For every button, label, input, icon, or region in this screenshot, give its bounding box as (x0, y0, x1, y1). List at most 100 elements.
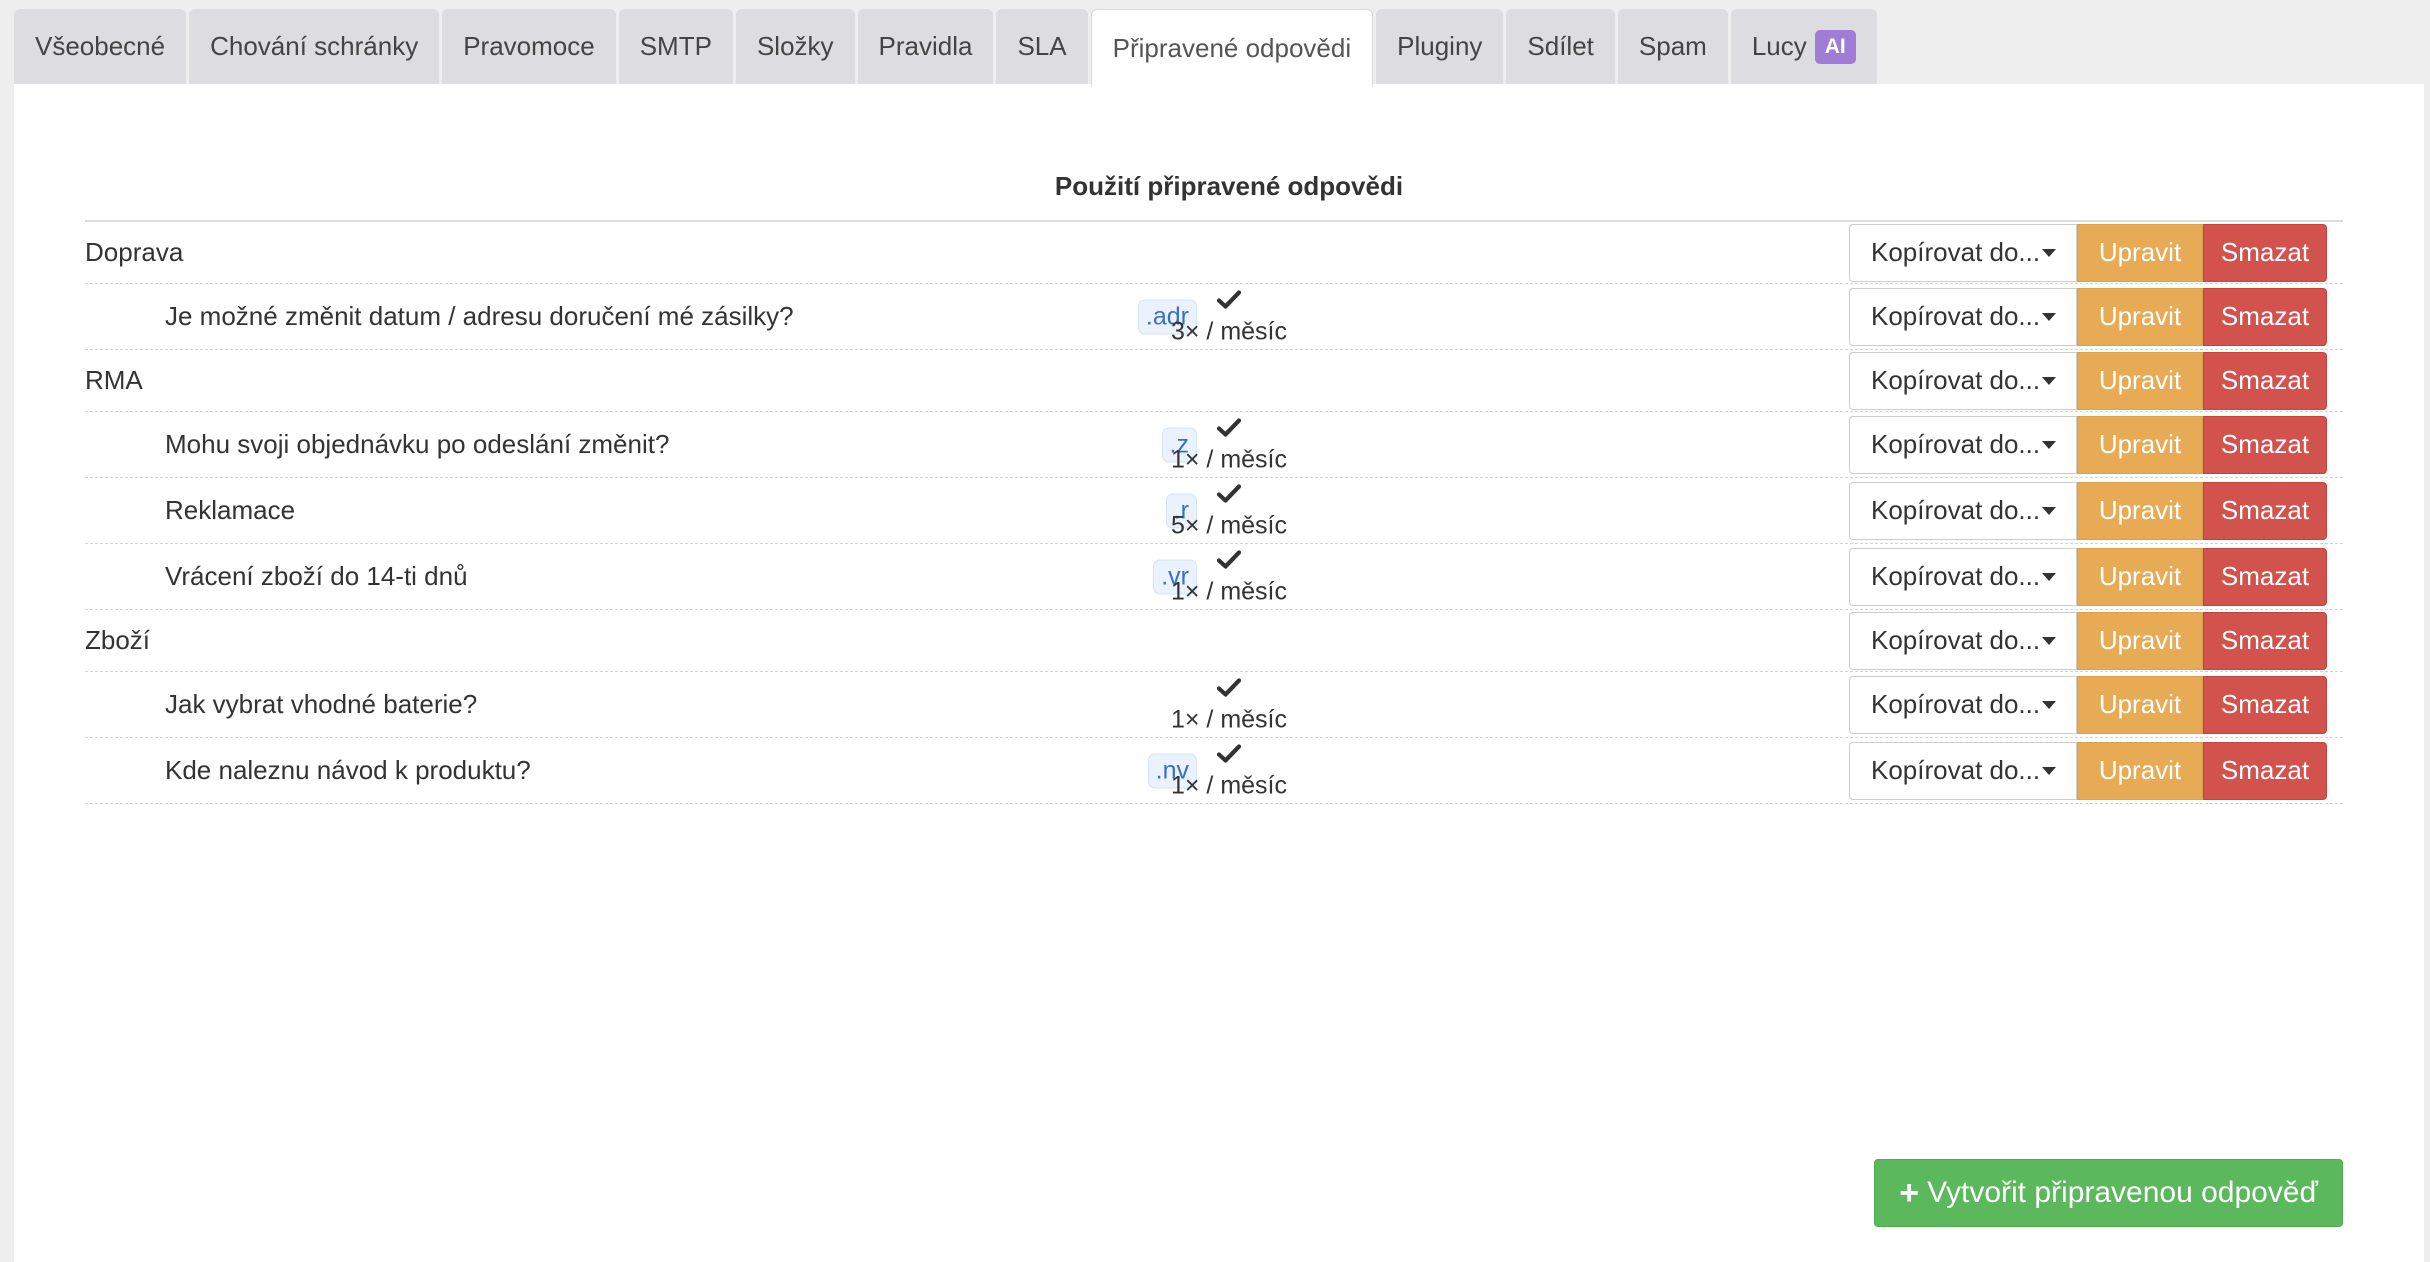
check-icon (1129, 675, 1329, 703)
tab-label: Sdílet (1527, 31, 1594, 61)
row-actions: Kopírovat do... Upravit Smazat (1849, 287, 2327, 346)
edit-button[interactable]: Upravit (2077, 611, 2203, 670)
delete-button[interactable]: Smazat (2203, 223, 2327, 282)
tab-lucy[interactable]: Lucy AI (1730, 9, 1877, 84)
copy-to-dropdown[interactable]: Kopírovat do... (1849, 415, 2077, 474)
response-title: Mohu svoji objednávku po odeslání změnit… (165, 429, 670, 459)
edit-button[interactable]: Upravit (2077, 223, 2203, 282)
tab-chování-schránky[interactable]: Chování schránky (189, 9, 440, 84)
delete-button[interactable]: Smazat (2203, 675, 2327, 734)
usage-cell: 1× / měsíc (1129, 415, 1329, 474)
usage-frequency: 1× / měsíc (1170, 445, 1287, 473)
copy-to-label: Kopírovat do... (1871, 301, 2041, 331)
tab-label: Složky (756, 31, 834, 61)
edit-button[interactable]: Upravit (2077, 481, 2203, 540)
copy-to-dropdown[interactable]: Kopírovat do... (1849, 547, 2077, 606)
usage-frequency: 1× / měsíc (1170, 771, 1287, 799)
tab-pluginy[interactable]: Pluginy (1376, 9, 1504, 84)
tab-spam[interactable]: Spam (1617, 9, 1728, 84)
edit-button[interactable]: Upravit (2077, 741, 2203, 800)
row-actions: Kopírovat do... Upravit Smazat (1849, 611, 2327, 670)
tab-složky[interactable]: Složky (735, 9, 855, 84)
caret-down-icon (2042, 506, 2056, 515)
tab-pravidla[interactable]: Pravidla (857, 9, 994, 84)
tab-label: Lucy (1751, 31, 1807, 61)
tab-smtp[interactable]: SMTP (618, 9, 733, 84)
edit-button[interactable]: Upravit (2077, 675, 2203, 734)
copy-to-dropdown[interactable]: Kopírovat do... (1849, 675, 2077, 734)
check-icon (1129, 287, 1329, 315)
category-title: RMA (85, 365, 143, 395)
row-actions: Kopírovat do... Upravit Smazat (1849, 415, 2327, 474)
row-actions: Kopírovat do... Upravit Smazat (1849, 741, 2327, 800)
caret-down-icon (2042, 312, 2056, 321)
copy-to-dropdown[interactable]: Kopírovat do... (1849, 223, 2077, 282)
copy-to-dropdown[interactable]: Kopírovat do... (1849, 287, 2077, 346)
create-button-label: Vytvořit připravenou odpověď (1927, 1176, 2318, 1209)
caret-down-icon (2042, 440, 2056, 449)
tab-sla[interactable]: SLA (996, 9, 1088, 84)
tab-label: Připravené odpovědi (1112, 33, 1352, 63)
copy-to-dropdown[interactable]: Kopírovat do... (1849, 351, 2077, 410)
delete-button[interactable]: Smazat (2203, 741, 2327, 800)
response-title: Vrácení zboží do 14-ti dnů (165, 561, 468, 591)
table-header: Použití připravené odpovědi (85, 84, 2343, 222)
usage-cell: 1× / měsíc (1129, 547, 1329, 606)
row-actions: Kopírovat do... Upravit Smazat (1849, 223, 2327, 282)
tab-pravomoce[interactable]: Pravomoce (442, 9, 616, 84)
category-row: Doprava Kopírovat do... Upravit Smazat (85, 222, 2343, 284)
check-icon (1129, 481, 1329, 509)
caret-down-icon (2042, 700, 2056, 709)
delete-button[interactable]: Smazat (2203, 547, 2327, 606)
tab-připravené-odpovědi[interactable]: Připravené odpovědi (1090, 9, 1374, 87)
plus-icon: + (1899, 1174, 1920, 1212)
tab-label: Chování schránky (210, 31, 419, 61)
copy-to-label: Kopírovat do... (1871, 689, 2041, 719)
usage-cell: 1× / měsíc (1129, 741, 1329, 800)
usage-cell: 3× / měsíc (1129, 287, 1329, 346)
category-row: RMA Kopírovat do... Upravit Smazat (85, 350, 2343, 412)
usage-cell: 5× / měsíc (1129, 481, 1329, 540)
copy-to-label: Kopírovat do... (1871, 755, 2041, 785)
copy-to-label: Kopírovat do... (1871, 561, 2041, 591)
response-title: Reklamace (165, 495, 296, 525)
copy-to-label: Kopírovat do... (1871, 237, 2041, 267)
tab-label: Pravomoce (463, 31, 595, 61)
canned-response-row: Vrácení zboží do 14-ti dnů .vr 1× / měsíc K… (85, 544, 2343, 610)
delete-button[interactable]: Smazat (2203, 611, 2327, 670)
tab-všeobecné[interactable]: Všeobecné (14, 9, 187, 84)
delete-button[interactable]: Smazat (2203, 287, 2327, 346)
copy-to-label: Kopírovat do... (1871, 495, 2041, 525)
delete-button[interactable]: Smazat (2203, 351, 2327, 410)
copy-to-label: Kopírovat do... (1871, 365, 2041, 395)
edit-button[interactable]: Upravit (2077, 415, 2203, 474)
copy-to-label: Kopírovat do... (1871, 625, 2041, 655)
copy-to-label: Kopírovat do... (1871, 429, 2041, 459)
ai-badge: AI (1814, 29, 1856, 64)
edit-button[interactable]: Upravit (2077, 547, 2203, 606)
canned-response-row: Je možné změnit datum / adresu doručení … (85, 284, 2343, 350)
edit-button[interactable]: Upravit (2077, 287, 2203, 346)
copy-to-dropdown[interactable]: Kopírovat do... (1849, 481, 2077, 540)
copy-to-dropdown[interactable]: Kopírovat do... (1849, 741, 2077, 800)
tab-sdílet[interactable]: Sdílet (1506, 9, 1615, 84)
response-title: Jak vybrat vhodné baterie? (165, 689, 478, 719)
usage-frequency: 1× / měsíc (1170, 577, 1287, 605)
delete-button[interactable]: Smazat (2203, 481, 2327, 540)
row-actions: Kopírovat do... Upravit Smazat (1849, 675, 2327, 734)
response-title: Kde naleznu návod k produktu? (165, 755, 531, 785)
edit-button[interactable]: Upravit (2077, 351, 2203, 410)
copy-to-dropdown[interactable]: Kopírovat do... (1849, 611, 2077, 670)
create-canned-response-button[interactable]: + Vytvořit připravenou odpověď (1874, 1159, 2343, 1227)
delete-button[interactable]: Smazat (2203, 415, 2327, 474)
table-body: Doprava Kopírovat do... Upravit Smazat Je mo… (85, 222, 2343, 804)
tab-label: Spam (1638, 31, 1707, 61)
tab-label: Pravidla (878, 31, 973, 61)
caret-down-icon (2042, 248, 2056, 257)
row-actions: Kopírovat do... Upravit Smazat (1849, 547, 2327, 606)
tab-label: SLA (1017, 31, 1067, 61)
canned-responses-table: Použití připravené odpovědi Doprava Kopír… (85, 84, 2343, 1227)
check-icon (1129, 547, 1329, 575)
canned-response-row: Reklamace .r 5× / měsíc Kopírovat do... Upra… (85, 478, 2343, 544)
tab-label: SMTP (639, 31, 712, 61)
